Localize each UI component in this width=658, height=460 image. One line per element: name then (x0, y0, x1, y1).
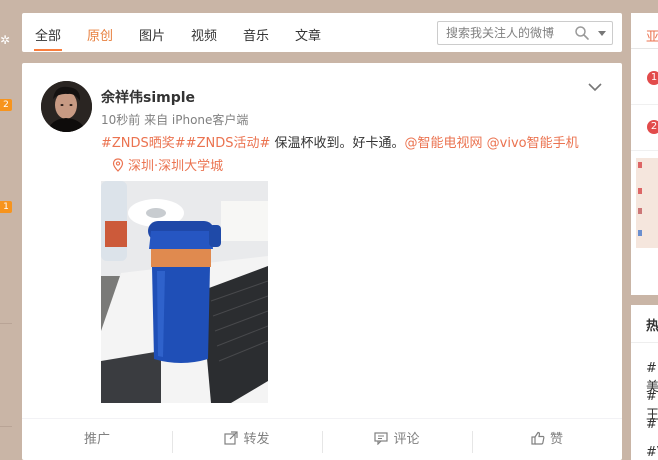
divider (631, 48, 658, 49)
right-panel-title[interactable]: 亚 (646, 26, 658, 45)
right-panel-top: 亚 1 2 (631, 13, 658, 295)
hot-topic-item[interactable]: #V (646, 445, 658, 460)
active-tab-indicator (34, 49, 62, 51)
divider (0, 426, 12, 427)
tab-pictures[interactable]: 图片 (139, 25, 165, 44)
post-meta: 10秒前 来自 iPhone客户端 (101, 113, 249, 127)
repost-button[interactable]: 转发 (172, 419, 322, 460)
post-hashtags[interactable]: #ZNDS晒奖##ZNDS活动# (101, 136, 270, 151)
thumbs-up-icon (531, 431, 545, 445)
search-dropdown-caret-icon[interactable] (598, 31, 606, 36)
repost-label: 转发 (243, 432, 270, 447)
rank-badge: 1 (647, 71, 658, 85)
chevron-down-icon[interactable] (588, 82, 602, 92)
repost-icon (224, 431, 239, 445)
post-body: 保温杯收到。好卡通。 (270, 136, 405, 151)
search-icon[interactable] (574, 25, 590, 41)
tab-videos[interactable]: 视频 (191, 25, 217, 44)
rank-badge: 2 (647, 120, 658, 134)
left-sidebar-strip: ✲ 2 1 (0, 0, 14, 460)
tab-music[interactable]: 音乐 (243, 25, 269, 44)
divider (631, 150, 658, 151)
post-author-name[interactable]: 余祥伟simple (101, 87, 195, 107)
like-label: 赞 (549, 432, 563, 447)
promo-thumbnail-icon (636, 158, 658, 248)
thermos-photo-illustration (101, 181, 268, 403)
unread-badge: 1 (0, 201, 12, 213)
like-button[interactable]: 赞 (472, 419, 622, 460)
search-box (437, 21, 613, 45)
right-panel-thumbnail[interactable] (636, 158, 658, 248)
promote-button[interactable]: 推广 (22, 419, 172, 460)
location-pin-icon (112, 158, 124, 172)
comment-button[interactable]: 评论 (322, 419, 472, 460)
hot-topics-title: 热 (646, 319, 658, 334)
post-text: #ZNDS晒奖##ZNDS活动# 保温杯收到。好卡通。@智能电视网 @vivo智… (101, 132, 579, 151)
post-mentions[interactable]: @智能电视网 @vivo智能手机 (405, 136, 579, 151)
tab-articles[interactable]: 文章 (295, 25, 321, 44)
avatar[interactable] (41, 81, 92, 132)
unread-badge: 2 (0, 99, 12, 111)
divider (0, 323, 12, 324)
avatar-portrait-icon (41, 81, 92, 132)
tab-all[interactable]: 全部 (35, 25, 61, 44)
comment-icon (374, 432, 389, 445)
search-input[interactable] (446, 25, 566, 41)
post-photo[interactable] (101, 181, 268, 403)
comment-label: 评论 (393, 432, 420, 447)
feed-card: 余祥伟simple 10秒前 来自 iPhone客户端 #ZNDS晒奖##ZND… (22, 63, 622, 460)
feed-filter-tabbar: 全部 原创 图片 视频 音乐 文章 (22, 13, 622, 52)
gear-icon[interactable]: ✲ (0, 34, 10, 46)
post-location[interactable]: 深圳·深圳大学城 (112, 155, 223, 174)
location-label: 深圳·深圳大学城 (128, 159, 224, 174)
tab-original[interactable]: 原创 (87, 25, 113, 44)
post-action-bar: 推广 转发 评论 赞 (22, 418, 622, 460)
divider (631, 342, 658, 343)
hot-topic-item[interactable]: #h (646, 417, 658, 432)
promote-label: 推广 (83, 432, 110, 447)
divider (631, 104, 658, 105)
